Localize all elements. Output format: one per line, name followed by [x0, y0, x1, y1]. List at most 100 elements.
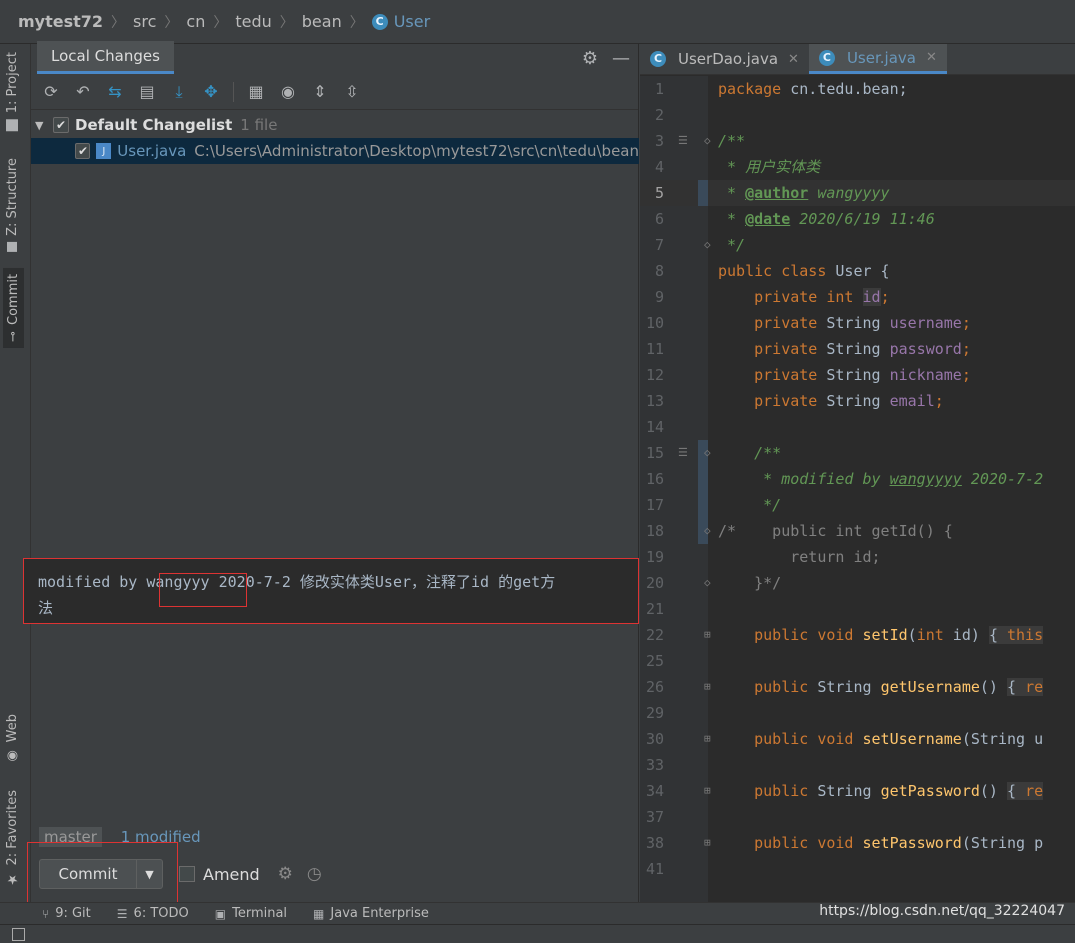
rollback-icon[interactable]: ↶ — [73, 82, 93, 102]
breadcrumb-bean[interactable]: bean — [302, 12, 342, 31]
line-number: 12 — [645, 366, 664, 384]
fold-icon[interactable]: ◇ — [704, 128, 711, 154]
change-marker — [698, 466, 708, 492]
commit-message-field[interactable]: modified by wangyyy 2020-7-2 修改实体类User，注… — [23, 558, 639, 624]
code-line: * modified by wangyyyy 2020-7-2 — [718, 470, 1044, 488]
eye-icon[interactable]: ◉ — [278, 82, 298, 102]
fold-icon[interactable]: ◇ — [704, 570, 711, 596]
diff-icon[interactable]: ▤ — [137, 82, 157, 102]
code-line: private String username; — [754, 314, 971, 332]
tool-tab-commit[interactable]: ⊸ Commit — [3, 268, 24, 348]
layout-toggle-icon[interactable] — [12, 928, 25, 941]
chevron-right-icon: 〉 — [279, 14, 294, 31]
expand-icon[interactable]: ⊞ — [704, 830, 711, 856]
git-label: 9: Git — [55, 906, 91, 921]
close-icon[interactable]: ✕ — [788, 52, 799, 67]
group-by-icon[interactable]: ▦ — [246, 82, 266, 102]
update-icon[interactable]: ⇆ — [105, 82, 125, 102]
tab-userdao[interactable]: C UserDao.java ✕ — [640, 44, 809, 74]
chevron-right-icon: 〉 — [111, 14, 126, 31]
code-line: /* public int getId() { — [718, 522, 953, 540]
shelve-icon[interactable]: ⤓ — [169, 82, 189, 102]
line-number: 2 — [654, 106, 664, 124]
code-line: */ — [718, 236, 746, 254]
tool-window-todo[interactable]: ☰ 6: TODO — [117, 906, 189, 921]
expand-icon[interactable]: ⊞ — [704, 622, 711, 648]
commit-toolbar: ⟳ ↶ ⇆ ▤ ⤓ ✥ ▦ ◉ ⇕ ⇳ — [31, 74, 638, 110]
line-number: 15 — [645, 444, 664, 462]
line-number: 41 — [645, 860, 664, 878]
tool-tab-favorites[interactable]: ★ 2: Favorites — [5, 790, 20, 887]
code-line: }*/ — [718, 574, 782, 592]
tool-window-git[interactable]: ⑂ 9: Git — [42, 906, 91, 921]
code-line: public String getUsername() { re — [754, 678, 1044, 696]
gear-icon[interactable]: ⚙ — [278, 864, 293, 884]
breadcrumb-user[interactable]: User — [394, 12, 430, 31]
code-editor: C UserDao.java ✕ C User.java ✕ 1 package … — [640, 44, 1075, 902]
change-marker — [698, 492, 708, 518]
changelist-checkbox[interactable]: ✔ — [53, 117, 69, 133]
collapse-all-icon[interactable]: ⇳ — [342, 82, 362, 102]
fold-icon[interactable]: ◇ — [704, 518, 711, 544]
tool-tab-web[interactable]: ◉ Web — [5, 714, 20, 763]
line-number: 13 — [645, 392, 664, 410]
code-line: public void setPassword(String p — [754, 834, 1044, 852]
expand-icon[interactable]: ⊞ — [704, 778, 711, 804]
file-row[interactable]: ✔ J User.java C:\Users\Administrator\Des… — [31, 138, 639, 164]
fold-icon[interactable]: ◇ — [704, 232, 711, 258]
expand-all-icon[interactable]: ⇕ — [310, 82, 330, 102]
tool-window-terminal[interactable]: ▣ Terminal — [215, 906, 287, 921]
todo-label: 6: TODO — [133, 906, 189, 921]
line-number: 34 — [645, 782, 664, 800]
breadcrumb-project[interactable]: mytest72 — [18, 12, 103, 31]
line-number: 20 — [645, 574, 664, 592]
java-file-icon: J — [96, 143, 112, 159]
commit-icon: ⊸ — [6, 331, 21, 342]
changelist-row[interactable]: ▼ ✔ Default Changelist 1 file — [31, 112, 639, 138]
highlight-box — [27, 842, 178, 904]
chevron-right-icon: 〉 — [164, 14, 179, 31]
file-name: User.java — [117, 142, 187, 160]
code-area[interactable]: 1 package cn.tedu.bean; 2 3 ☰ ◇ /** 4 * 用户实体… — [640, 76, 1075, 902]
minimize-icon[interactable]: — — [612, 48, 630, 69]
tool-tab-project[interactable]: 1: Project — [5, 52, 20, 132]
line-number: 11 — [645, 340, 664, 358]
tool-tab-structure[interactable]: Z: Structure — [5, 158, 20, 252]
breadcrumb-src[interactable]: src — [133, 12, 156, 31]
tab-userdao-label: UserDao.java — [678, 50, 779, 68]
code-line: /** — [718, 132, 746, 150]
changelist-count: 1 file — [240, 116, 278, 134]
fold-icon[interactable]: ◇ — [704, 440, 711, 466]
expand-icon[interactable]: ⊞ — [704, 674, 711, 700]
line-number: 16 — [645, 470, 664, 488]
move-icon[interactable]: ✥ — [201, 82, 221, 102]
tab-user[interactable]: C User.java ✕ — [808, 44, 947, 74]
breadcrumb-cn[interactable]: cn — [186, 12, 205, 31]
clock-icon[interactable]: ◷ — [307, 864, 322, 884]
change-marker — [698, 180, 708, 206]
tool-window-java-enterprise[interactable]: ▦ Java Enterprise — [313, 906, 429, 921]
editor-tabs: C UserDao.java ✕ C User.java ✕ — [640, 44, 1075, 75]
line-number: 9 — [654, 288, 664, 306]
file-checkbox[interactable]: ✔ — [75, 143, 91, 159]
refresh-icon[interactable]: ⟳ — [41, 82, 61, 102]
expand-icon[interactable]: ⊞ — [704, 726, 711, 752]
close-icon[interactable]: ✕ — [926, 50, 937, 65]
class-icon: C — [650, 51, 666, 67]
code-line: */ — [718, 496, 782, 514]
gear-icon[interactable]: ⚙ — [582, 48, 598, 69]
tab-user-label: User.java — [846, 48, 916, 67]
line-number: 26 — [645, 678, 664, 696]
terminal-label: Terminal — [232, 906, 288, 921]
code-line: public String getPassword() { re — [754, 782, 1044, 800]
chevron-down-icon[interactable]: ▼ — [35, 119, 47, 132]
line-number: 21 — [645, 600, 664, 618]
line-number: 8 — [654, 262, 664, 280]
amend-checkbox[interactable] — [179, 866, 195, 882]
tool-tab-project-label: 1: Project — [5, 52, 20, 114]
terminal-icon: ▣ — [214, 906, 227, 921]
tab-local-changes[interactable]: Local Changes — [37, 41, 174, 74]
line-number: 30 — [645, 730, 664, 748]
breadcrumb-tedu[interactable]: tedu — [235, 12, 271, 31]
java-enterprise-label: Java Enterprise — [330, 906, 429, 921]
